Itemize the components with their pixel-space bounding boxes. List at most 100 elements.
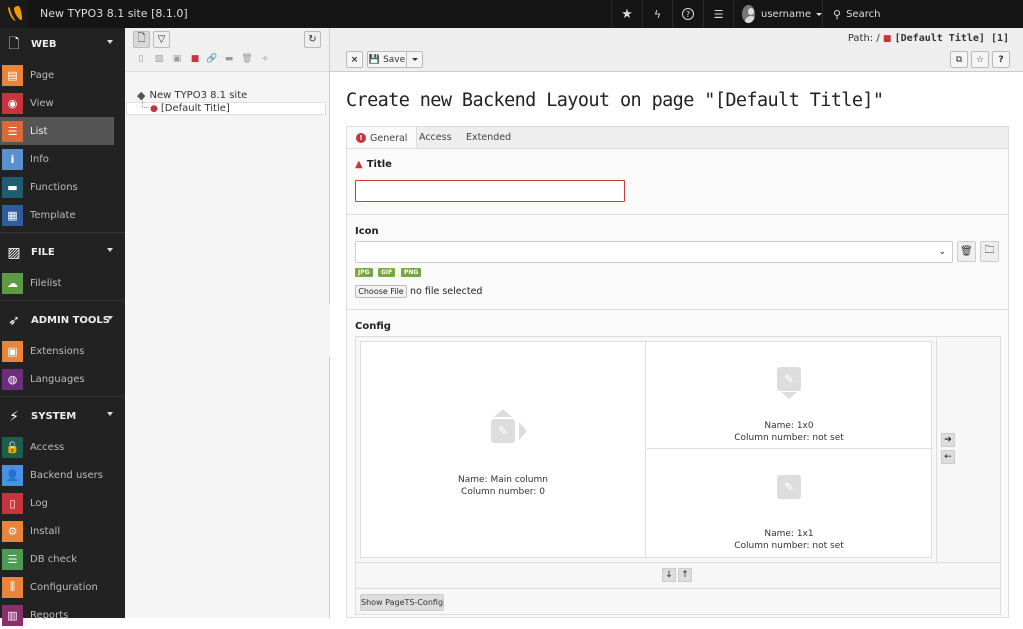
module-info[interactable]: i Info (0, 145, 114, 173)
tab-access[interactable]: Access (410, 126, 461, 149)
browse-folder-button[interactable]: 🗀 (980, 241, 999, 262)
module-template[interactable]: ▦ Template (0, 201, 114, 229)
module-page[interactable]: ▤ Page (0, 61, 114, 89)
module-backend-users[interactable]: 👤 Backend users (0, 461, 114, 489)
warning-icon: ▲ (355, 159, 363, 170)
icon-select[interactable]: ⌄ (355, 241, 953, 263)
divider (0, 300, 125, 301)
module-reports[interactable]: ▥ Reports (0, 601, 114, 629)
page-title: Create new Backend Layout on page "[Defa… (346, 90, 884, 111)
page-icon[interactable]: ▯ (136, 54, 146, 64)
close-button[interactable]: × (346, 51, 363, 68)
eye-icon: ◉ (2, 92, 23, 114)
briefcase-icon: ▬ (2, 176, 23, 198)
cell-column-number: Column number: not set (734, 433, 844, 443)
grid-cell-1x0[interactable]: ✎ Name: 1x0 Column number: not set (647, 342, 931, 449)
search-icon: ⚲ (833, 7, 842, 21)
page-shortcut-icon[interactable]: ▣ (172, 54, 182, 64)
cell-right-arrow-icon[interactable] (519, 422, 527, 440)
tab-extended[interactable]: Extended (457, 126, 520, 149)
module-extensions[interactable]: ▣ Extensions (0, 337, 114, 365)
save-button[interactable]: 💾 Save (367, 51, 407, 68)
refresh-button[interactable]: ↻ (304, 31, 321, 48)
star-icon: ★ (621, 6, 633, 22)
trash-icon[interactable]: 🗑 (241, 54, 252, 64)
save-dropdown-button[interactable] (406, 51, 423, 68)
module-filelist[interactable]: ☁ Filelist (0, 269, 114, 297)
cell-up-arrow-icon[interactable] (494, 409, 512, 417)
bookmark-button[interactable]: ☆ (971, 51, 989, 68)
edit-cell-icon[interactable]: ✎ (777, 475, 801, 499)
tree-root[interactable]: ◆ New TYPO3 8.1 site (137, 89, 247, 102)
edit-cell-icon[interactable]: ✎ (777, 367, 801, 391)
username: username (761, 8, 811, 20)
user-menu[interactable]: username (733, 0, 822, 28)
module-log[interactable]: ▯ Log (0, 489, 114, 517)
page-advanced-icon[interactable]: ▨ (154, 54, 164, 64)
group-web[interactable]: 🗋 WEB (0, 28, 125, 61)
folder-icon[interactable]: ▬ (224, 54, 234, 64)
edit-cell-icon[interactable]: ✎ (491, 419, 515, 443)
module-view[interactable]: ◉ View (0, 89, 114, 117)
caret-down-icon (411, 58, 418, 61)
group-system[interactable]: ⚡ SYSTEM (0, 400, 125, 433)
module-languages[interactable]: ◍ Languages (0, 365, 114, 393)
module-functions[interactable]: ▬ Functions (0, 173, 114, 201)
page-hidden-icon: ● (150, 103, 158, 114)
clear-cache-button[interactable]: ϟ (642, 0, 672, 28)
template-icon: ▦ (2, 204, 23, 226)
divider-icon[interactable]: ÷ (260, 54, 270, 64)
module-access[interactable]: 🔓 Access (0, 433, 114, 461)
title-input[interactable] (355, 180, 625, 202)
show-pagets-config-button[interactable]: Show PageTS-Config (360, 594, 444, 611)
arrow-up-icon: ↑ (681, 570, 689, 580)
backend-layout-wizard: ✎ Name: Main column Column number: 0 ✎ N… (355, 336, 1001, 615)
plug-icon: ⚡ (9, 408, 19, 425)
page-icon: 🗋 (8, 35, 20, 52)
group-admin-tools[interactable]: ➶ ADMIN TOOLS (0, 304, 125, 337)
config-label: Config (355, 321, 391, 332)
help-button[interactable]: ? (992, 51, 1010, 68)
tree-line (142, 99, 149, 108)
page-tree-panel: 🗋 ▽ ↻ ▯ ▨ ▣ ■ 🔗 ▬ 🗑 ÷ ◆ New TYPO3 8.1 si… (125, 28, 330, 618)
remove-column-button[interactable]: ← (941, 450, 955, 464)
link-icon[interactable]: 🔗 (206, 54, 217, 64)
module-db-check[interactable]: ☰ DB check (0, 545, 114, 573)
grid-cell-1x1[interactable]: ✎ Name: 1x1 Column number: not set (647, 450, 931, 557)
tree-node-default-title[interactable]: ● [Default Title] (150, 103, 230, 114)
caret-down-icon (107, 412, 113, 416)
cell-down-arrow-icon[interactable] (781, 392, 797, 399)
site-title[interactable]: New TYPO3 8.1 site [8.1.0] (40, 7, 188, 20)
general-panel: ▲ Title Icon ⌄ 🗑 🗀 JPG GIF PNG Choose Fil… (346, 148, 1009, 618)
tab-general[interactable]: ! General (346, 126, 418, 150)
group-file[interactable]: ▨ FILE (0, 236, 125, 269)
bookmarks-button[interactable]: ★ (611, 0, 642, 28)
avatar (742, 5, 755, 23)
page-notinmenu-icon[interactable]: ■ (190, 54, 200, 64)
system-info-button[interactable]: ☰ (703, 0, 733, 28)
typo3-logo-icon (8, 6, 22, 21)
external-link-icon: ⧉ (955, 54, 963, 65)
new-page-button[interactable]: 🗋 (133, 31, 150, 48)
search-button[interactable]: ⚲ Search (822, 0, 1023, 28)
bolt-icon: ϟ (653, 7, 662, 21)
remove-row-button[interactable]: ↑ (678, 568, 692, 582)
sliders-icon: ⫼ (2, 576, 23, 598)
add-row-button[interactable]: ↓ (662, 568, 676, 582)
refresh-icon: ↻ (308, 34, 317, 45)
filter-button[interactable]: ▽ (153, 31, 170, 48)
module-install[interactable]: ⚙ Install (0, 517, 114, 545)
delete-icon-button[interactable]: 🗑 (957, 241, 976, 262)
title-label: ▲ Title (355, 159, 392, 170)
list-icon: ☰ (713, 7, 724, 21)
open-new-window-button[interactable]: ⧉ (950, 51, 968, 68)
grid-cell-main[interactable]: ✎ Name: Main column Column number: 0 (361, 342, 646, 557)
choose-file-button[interactable]: Choose File (355, 285, 407, 298)
add-column-button[interactable]: ➔ (941, 433, 955, 447)
module-list[interactable]: ☰ List (0, 117, 114, 145)
icon-label: Icon (355, 226, 379, 237)
typo3-logo[interactable] (0, 0, 28, 28)
help-button[interactable]: ? (672, 0, 703, 28)
divider (356, 562, 1000, 563)
module-configuration[interactable]: ⫼ Configuration (0, 573, 114, 601)
